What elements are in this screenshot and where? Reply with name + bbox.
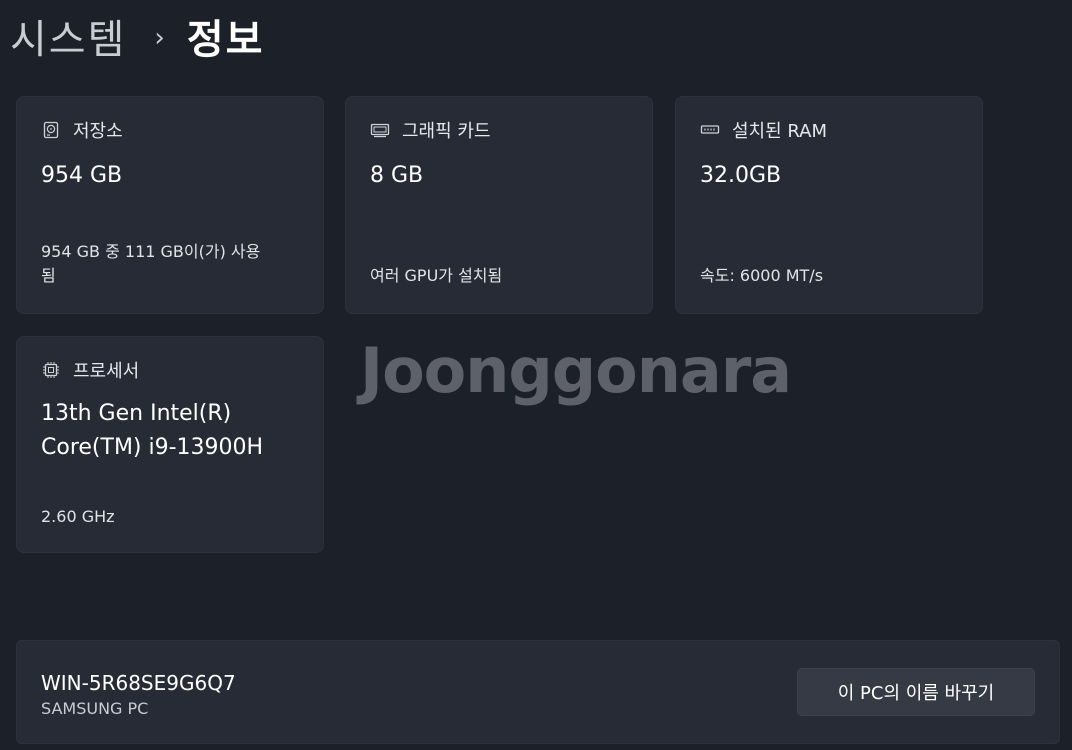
storage-card-title: 저장소 xyxy=(73,121,123,142)
chevron-right-icon: › xyxy=(154,23,165,53)
processor-icon xyxy=(41,360,61,380)
processor-value-line1: 13th Gen Intel(R) xyxy=(41,401,232,426)
about-page: 시스템 › 정보 저장소 954 GB 954 GB 중 111 GB이(가) … xyxy=(0,0,1072,750)
page-title: 정보 xyxy=(186,17,265,63)
graphics-card-header: 그래픽 카드 xyxy=(370,117,491,143)
ram-card: 설치된 RAM 32.0GB 속도: 6000 MT/s xyxy=(675,96,983,314)
ram-speed: 속도: 6000 MT/s xyxy=(700,266,824,285)
device-name-bar: WIN-5R68SE9G6Q7 SAMSUNG PC 이 PC의 이름 바꾸기 xyxy=(16,640,1060,744)
ram-card-header: 설치된 RAM xyxy=(700,117,827,143)
storage-usage-line2: 됨 xyxy=(41,266,56,285)
device-name: WIN-5R68SE9G6Q7 xyxy=(41,671,236,695)
processor-card: 프로세서 13th Gen Intel(R) Core(TM) i9-13900… xyxy=(16,336,324,553)
storage-usage: 954 GB 중 111 GB이(가) 사용 됨 xyxy=(41,240,306,288)
memory-icon xyxy=(700,120,720,140)
storage-usage-line1: 954 GB 중 111 GB이(가) 사용 xyxy=(41,242,261,261)
graphics-card-title: 그래픽 카드 xyxy=(402,121,491,142)
storage-card: 저장소 954 GB 954 GB 중 111 GB이(가) 사용 됨 xyxy=(16,96,324,314)
hard-drive-icon xyxy=(41,120,61,140)
graphics-detail: 여러 GPU가 설치됨 xyxy=(370,266,503,285)
ram-card-title: 설치된 RAM xyxy=(732,121,828,142)
storage-value: 954 GB xyxy=(41,163,123,188)
processor-value-line2: Core(TM) i9-13900H xyxy=(41,435,264,460)
storage-card-header: 저장소 xyxy=(41,117,123,143)
processor-card-title: 프로세서 xyxy=(73,361,140,382)
graphics-value: 8 GB xyxy=(370,163,424,188)
device-model: SAMSUNG PC xyxy=(41,699,149,718)
breadcrumb: 시스템 › 정보 xyxy=(10,6,264,66)
processor-card-header: 프로세서 xyxy=(41,357,139,383)
ram-value: 32.0GB xyxy=(700,163,782,188)
graphics-card-icon xyxy=(370,120,390,140)
rename-pc-button[interactable]: 이 PC의 이름 바꾸기 xyxy=(797,668,1035,716)
graphics-card: 그래픽 카드 8 GB 여러 GPU가 설치됨 xyxy=(345,96,653,314)
watermark-logo: Joonggonara xyxy=(360,334,792,407)
processor-value: 13th Gen Intel(R) Core(TM) i9-13900H xyxy=(41,397,301,465)
breadcrumb-system-link[interactable]: 시스템 xyxy=(10,7,126,65)
processor-speed: 2.60 GHz xyxy=(41,507,115,526)
